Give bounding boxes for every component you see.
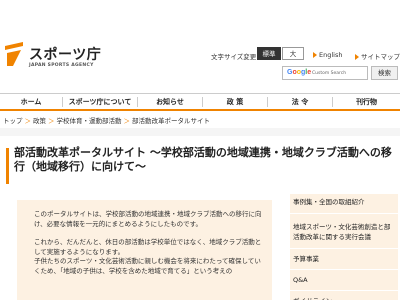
nav-item-publications[interactable]: 刊行物 [333, 94, 400, 110]
sitemap-link[interactable]: サイトマップ [355, 51, 400, 61]
breadcrumb-school-pe[interactable]: 学校体育・運動部活動 [57, 117, 122, 125]
english-link-label: English [319, 51, 343, 59]
sidebar-item-guidelines[interactable]: ガイドライン [290, 291, 398, 300]
font-size-standard-button[interactable]: 標準 [257, 47, 281, 60]
google-logo-icon: Google [287, 69, 312, 76]
sidebar-item-qa[interactable]: Q&A [290, 270, 398, 291]
english-link[interactable]: English [313, 51, 342, 59]
breadcrumb-separator-icon: ＞ [123, 117, 131, 125]
arrow-right-icon [355, 54, 359, 60]
nav-item-home[interactable]: ホーム [0, 94, 62, 110]
breadcrumb: トップ＞政策＞学校体育・運動部活動＞部活動改革ポータルサイト [3, 115, 210, 125]
nav-item-laws[interactable]: 法 令 [268, 94, 332, 110]
font-size-label: 文字サイズ変更 [211, 53, 257, 61]
font-size-large-button[interactable]: 大 [282, 47, 304, 60]
intro-paragraph: 子供たちのスポーツ・文化芸術活動に親しむ機会を将来にわたって確保していくため、「… [34, 257, 261, 275]
arrow-right-icon [313, 52, 317, 58]
sidebar-menu: 事例集・全国の取組紹介 地域スポーツ・文化芸術創造と部活動改革に関する実行会議 … [290, 194, 398, 300]
breadcrumb-separator-icon: ＞ [24, 117, 32, 125]
nav-item-news[interactable]: お知らせ [138, 94, 202, 110]
sidebar-item-budget[interactable]: 予算事業 [290, 249, 398, 270]
main-nav: ホーム スポーツ庁について お知らせ 政 策 法 令 刊行物 [0, 93, 400, 111]
search-placeholder: Custom Search [312, 70, 347, 76]
search-button[interactable]: 検索 [371, 66, 398, 80]
breadcrumb-policy[interactable]: 政策 [33, 117, 46, 125]
sidebar-item-cases[interactable]: 事例集・全国の取組紹介 [290, 194, 398, 214]
nav-item-policy[interactable]: 政 策 [203, 94, 267, 110]
logo-text[interactable]: スポーツ庁 [29, 44, 101, 64]
nav-item-about[interactable]: スポーツ庁について [63, 94, 137, 110]
breadcrumb-separator-icon: ＞ [48, 117, 55, 125]
intro-paragraph: これから、だんだんと、休日の部活動は学校単位ではなく、地域クラブ活動として実施す… [34, 238, 262, 256]
search-input[interactable]: Google Custom Search [282, 66, 368, 80]
page-title: 部活動改革ポータルサイト ～学校部活動の地域連携・地域クラブ活動への移行（地域移… [14, 146, 392, 173]
breadcrumb-current: 部活動改革ポータルサイト [132, 117, 210, 125]
agency-logo-icon[interactable] [3, 40, 25, 68]
logo-subtitle: JAPAN SPORTS AGENCY [29, 63, 94, 68]
intro-paragraph: このポータルサイトは、学校部活動の地域連携・地域クラブ活動への移行に向け、必要な… [34, 210, 262, 228]
title-accent-bar [6, 148, 9, 184]
sitemap-link-label: サイトマップ [361, 53, 400, 61]
sidebar-item-council[interactable]: 地域スポーツ・文化芸術創造と部活動改革に関する実行会議 [290, 214, 398, 249]
intro-box: このポータルサイトは、学校部活動の地域連携・地域クラブ活動への移行に向け、必要な… [17, 200, 272, 300]
content-top-band [0, 128, 400, 136]
breadcrumb-top[interactable]: トップ [3, 117, 23, 125]
